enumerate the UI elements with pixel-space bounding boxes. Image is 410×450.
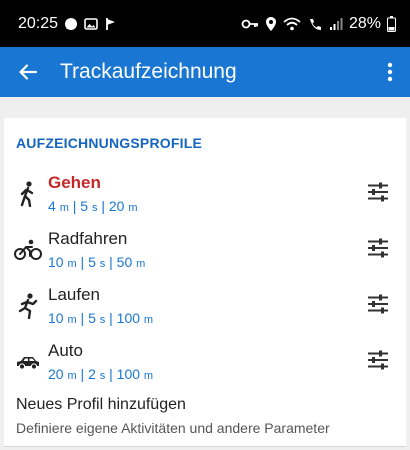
car-icon xyxy=(14,348,42,376)
tune-icon[interactable] xyxy=(364,236,392,260)
more-vert-icon xyxy=(387,62,393,82)
battery-icon xyxy=(387,15,396,32)
add-profile-item[interactable]: Neues Profil hinzufügen Definiere eigene… xyxy=(4,396,406,446)
profile-name: Gehen xyxy=(48,173,101,192)
profile-item-auto[interactable]: Auto 20 m | 2 s | 100 m xyxy=(4,338,406,388)
profile-params: 20 m | 2 s | 100 m xyxy=(48,366,154,382)
overflow-menu-button[interactable] xyxy=(370,47,410,97)
arrow-back-icon xyxy=(19,64,38,80)
back-button[interactable] xyxy=(0,47,56,97)
app-bar: Trackaufzeichnung xyxy=(0,47,410,97)
profile-item-gehen[interactable]: Gehen 4 m | 5 s | 20 m xyxy=(4,170,406,220)
profile-name: Radfahren xyxy=(48,229,128,248)
profile-params: 10 m | 5 s | 50 m xyxy=(48,254,146,270)
bicycle-icon xyxy=(14,236,42,264)
signal-icon xyxy=(329,17,343,31)
add-profile-subtitle: Definiere eigene Aktivitäten und andere … xyxy=(16,420,330,436)
flag-icon xyxy=(104,17,118,31)
running-icon xyxy=(14,292,42,320)
page-title: Trackaufzeichnung xyxy=(60,60,237,83)
location-icon xyxy=(265,16,277,32)
profile-params: 10 m | 5 s | 100 m xyxy=(48,310,154,326)
battery-percent: 28% xyxy=(348,14,381,32)
profile-name: Laufen xyxy=(48,285,100,304)
tune-icon[interactable] xyxy=(364,292,392,316)
section-title: AUFZEICHNUNGSPROFILE xyxy=(16,135,202,151)
key-icon xyxy=(241,18,259,30)
tune-icon[interactable] xyxy=(364,180,392,204)
wifi-icon xyxy=(283,17,301,31)
status-time: 20:25 xyxy=(18,14,59,32)
walking-icon xyxy=(14,180,42,208)
status-bar: 20:25 28% xyxy=(0,0,410,47)
add-profile-title: Neues Profil hinzufügen xyxy=(16,396,186,413)
tune-icon[interactable] xyxy=(364,348,392,372)
wifi-call-icon xyxy=(307,17,323,31)
profile-item-radfahren[interactable]: Radfahren 10 m | 5 s | 50 m xyxy=(4,226,406,276)
chat-bubble-icon xyxy=(64,17,78,31)
profile-item-laufen[interactable]: Laufen 10 m | 5 s | 100 m xyxy=(4,282,406,332)
image-icon xyxy=(84,17,98,31)
profile-params: 4 m | 5 s | 20 m xyxy=(48,198,138,214)
profiles-card: AUFZEICHNUNGSPROFILE Gehen 4 m | 5 s | 2… xyxy=(4,118,406,447)
profile-name: Auto xyxy=(48,341,83,360)
